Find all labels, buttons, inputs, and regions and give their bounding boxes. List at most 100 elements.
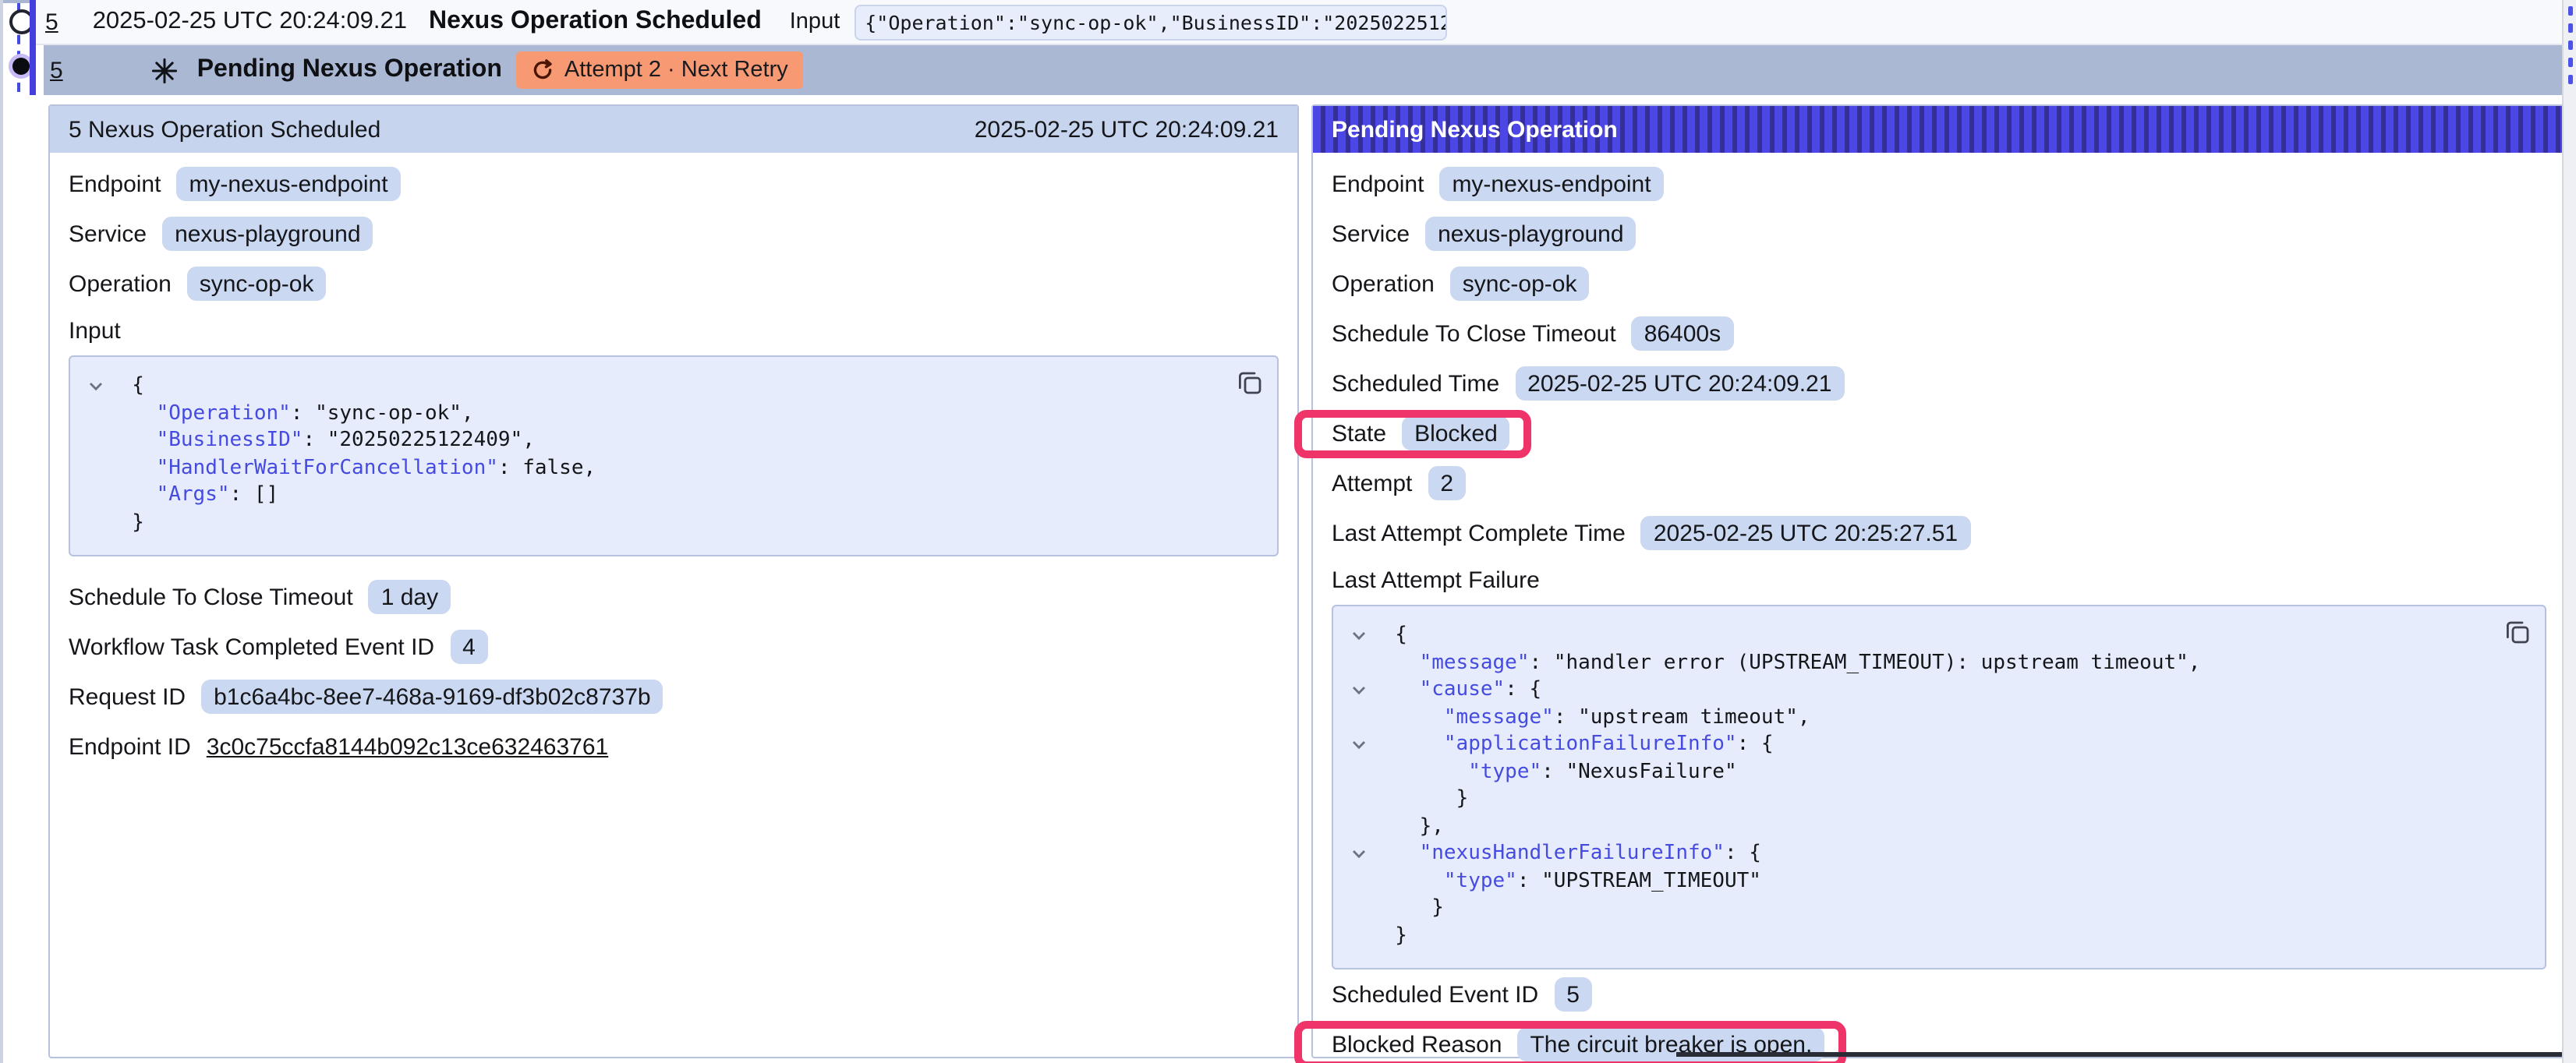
field-schedule-to-close-timeout: Schedule To Close Timeout86400s <box>1332 309 2546 358</box>
code-line: "type": "NexusFailure" <box>1346 758 2492 786</box>
code-line: } <box>83 509 1224 536</box>
field-label: Workflow Task Completed Event ID <box>69 634 434 660</box>
code-text: "cause": { <box>1371 676 1541 704</box>
field-value-badge: 4 <box>450 630 488 664</box>
json-key: "type" <box>1468 760 1541 783</box>
field-service: Servicenexus-playground <box>1332 209 2546 259</box>
field-label: Schedule To Close Timeout <box>69 584 353 610</box>
json-key: "HandlerWaitForCancellation" <box>157 456 498 479</box>
input-section-label: Input <box>69 309 1279 352</box>
scrollbar-dash <box>2567 41 2572 50</box>
code-gutter <box>1346 867 1371 895</box>
json-code-lines: {"message": "handler error (UPSTREAM_TIM… <box>1346 622 2492 949</box>
code-gutter <box>1346 895 1371 922</box>
input-label: Input <box>790 9 840 34</box>
code-line: } <box>1346 922 2492 949</box>
code-gutter <box>1346 704 1371 731</box>
pending-panel-header: Pending Nexus Operation <box>1313 106 2565 153</box>
collapse-chevron-icon[interactable] <box>1346 676 1371 704</box>
event-id-link[interactable]: 5 <box>45 9 58 35</box>
event-timestamp: 2025-02-25 UTC 20:24:09.21 <box>93 8 407 36</box>
code-line: "message": "upstream timeout", <box>1346 704 2492 731</box>
code-line: "cause": { <box>1346 676 2492 704</box>
workflow-event-history-view: 5 2025-02-25 UTC 20:24:09.21 Nexus Opera… <box>0 0 2576 1063</box>
event-row-pending-nexus-operation[interactable]: 5 Pending Nexus Operation Attempt 2 · Ne… <box>44 45 2571 95</box>
code-gutter <box>83 427 108 454</box>
code-line: "message": "handler error (UPSTREAM_TIME… <box>1346 649 2492 676</box>
code-text: "Args": [] <box>108 482 278 509</box>
event-id-link[interactable]: 5 <box>50 57 63 83</box>
field-operation: Operationsync-op-ok <box>1332 259 2546 309</box>
code-line: } <box>1346 786 2492 813</box>
code-gutter <box>83 454 108 482</box>
field-workflow-task-completed-event-id: Workflow Task Completed Event ID 4 <box>69 622 1279 672</box>
code-line: }, <box>1346 813 2492 840</box>
field-label: Operation <box>1332 270 1435 297</box>
field-label: Operation <box>69 270 172 297</box>
pending-event-title: Pending Nexus Operation <box>197 56 502 84</box>
field-label: Request ID <box>69 683 186 710</box>
scrollbar[interactable] <box>2562 0 2576 1063</box>
field-scheduled-event-id: Scheduled Event ID5 <box>1332 969 2546 1019</box>
code-line: { <box>83 373 1224 400</box>
field-value-badge: 1 day <box>369 580 451 614</box>
code-line: "nexusHandlerFailureInfo": { <box>1346 840 2492 867</box>
field-last-attempt-complete-time: Last Attempt Complete Time2025-02-25 UTC… <box>1332 508 2546 558</box>
scheduled-panel-header: 5 Nexus Operation Scheduled 2025-02-25 U… <box>50 106 1297 153</box>
field-endpoint-id: Endpoint ID 3c0c75ccfa8144b092c13ce632463… <box>69 722 1279 772</box>
field-list: Endpoint my-nexus-endpoint Servicenexus-pl… <box>1332 159 2546 558</box>
code-text: "type": "UPSTREAM_TIMEOUT" <box>1371 867 1761 895</box>
field-value-badge: b1c6a4bc-8ee7-468a-9169-df3b02c8737b <box>201 680 663 714</box>
code-line: "applicationFailureInfo": { <box>1346 731 2492 758</box>
field-content: Endpointmy-nexus-endpoint <box>69 167 401 201</box>
field-content: Endpoint ID 3c0c75ccfa8144b092c13ce632463… <box>69 733 608 760</box>
code-text: } <box>108 509 144 536</box>
code-gutter <box>83 509 108 536</box>
field-label: Endpoint <box>1332 171 1424 197</box>
code-text: { <box>108 373 144 400</box>
retry-icon <box>532 59 554 81</box>
field-content: Workflow Task Completed Event ID 4 <box>69 630 488 664</box>
field-scheduled-time: Scheduled Time 2025-02-25 UTC 20:24:09.21 <box>1332 358 2546 408</box>
copy-icon[interactable] <box>2504 619 2531 645</box>
field-schedule-to-close-timeout: Schedule To Close Timeout 1 day <box>69 572 1279 622</box>
code-text: "type": "NexusFailure" <box>1371 758 1737 786</box>
pending-panel-body: Endpoint my-nexus-endpoint Servicenexus-pl… <box>1313 153 2565 1063</box>
collapse-chevron-icon[interactable] <box>1346 731 1371 758</box>
field-value-badge: Blocked <box>1402 416 1510 450</box>
code-line: { <box>1346 622 2492 649</box>
field-value-link[interactable]: 3c0c75ccfa8144b092c13ce632463761 <box>207 733 608 760</box>
failure-json-viewer: {"message": "handler error (UPSTREAM_TIM… <box>1332 605 2546 969</box>
code-gutter <box>1346 758 1371 786</box>
json-key: "nexusHandlerFailureInfo" <box>1420 842 1725 865</box>
field-attempt: Attempt2 <box>1332 458 2546 508</box>
code-text: "message": "handler error (UPSTREAM_TIME… <box>1371 649 2200 676</box>
event-row-nexus-operation-scheduled[interactable]: 5 2025-02-25 UTC 20:24:09.21 Nexus Opera… <box>36 0 2564 45</box>
field-label: Endpoint <box>69 171 161 197</box>
field-content: StateBlocked <box>1332 416 1510 450</box>
field-content: Request ID b1c6a4bc-8ee7-468a-9169-df3b02… <box>69 680 663 714</box>
field-content: Last Attempt Complete Time2025-02-25 UTC… <box>1332 516 1970 550</box>
field-list: Endpointmy-nexus-endpointServicenexus-pl… <box>69 159 1279 309</box>
code-gutter <box>1346 813 1371 840</box>
collapse-chevron-icon[interactable] <box>1346 622 1371 649</box>
input-preview-chip[interactable]: {"Operation":"sync-op-ok","BusinessID":"… <box>854 4 1446 40</box>
collapse-chevron-icon[interactable] <box>83 373 108 400</box>
code-gutter <box>1346 786 1371 813</box>
code-line: "Operation": "sync-op-ok", <box>83 400 1224 427</box>
field-value-badge: 2025-02-25 UTC 20:24:09.21 <box>1515 366 1844 401</box>
json-key: "message" <box>1444 705 1554 729</box>
scrollbar-dash <box>2567 6 2572 16</box>
field-list: Schedule To Close Timeout 1 day Workflow T… <box>69 572 1279 772</box>
copy-icon[interactable] <box>1237 369 1263 396</box>
json-key: "Args" <box>157 483 230 507</box>
field-label: Endpoint ID <box>69 733 191 760</box>
timeline-selection-bar <box>29 0 36 95</box>
field-content: Endpoint my-nexus-endpoint <box>1332 167 1664 201</box>
pending-asterisk-icon <box>152 57 179 83</box>
field-content: Scheduled Time 2025-02-25 UTC 20:24:09.21 <box>1332 366 1844 401</box>
field-value-badge: my-nexus-endpoint <box>1439 167 1663 201</box>
collapse-chevron-icon[interactable] <box>1346 840 1371 867</box>
field-label: Scheduled Time <box>1332 370 1499 397</box>
last-attempt-failure-label: Last Attempt Failure <box>1332 558 2546 602</box>
